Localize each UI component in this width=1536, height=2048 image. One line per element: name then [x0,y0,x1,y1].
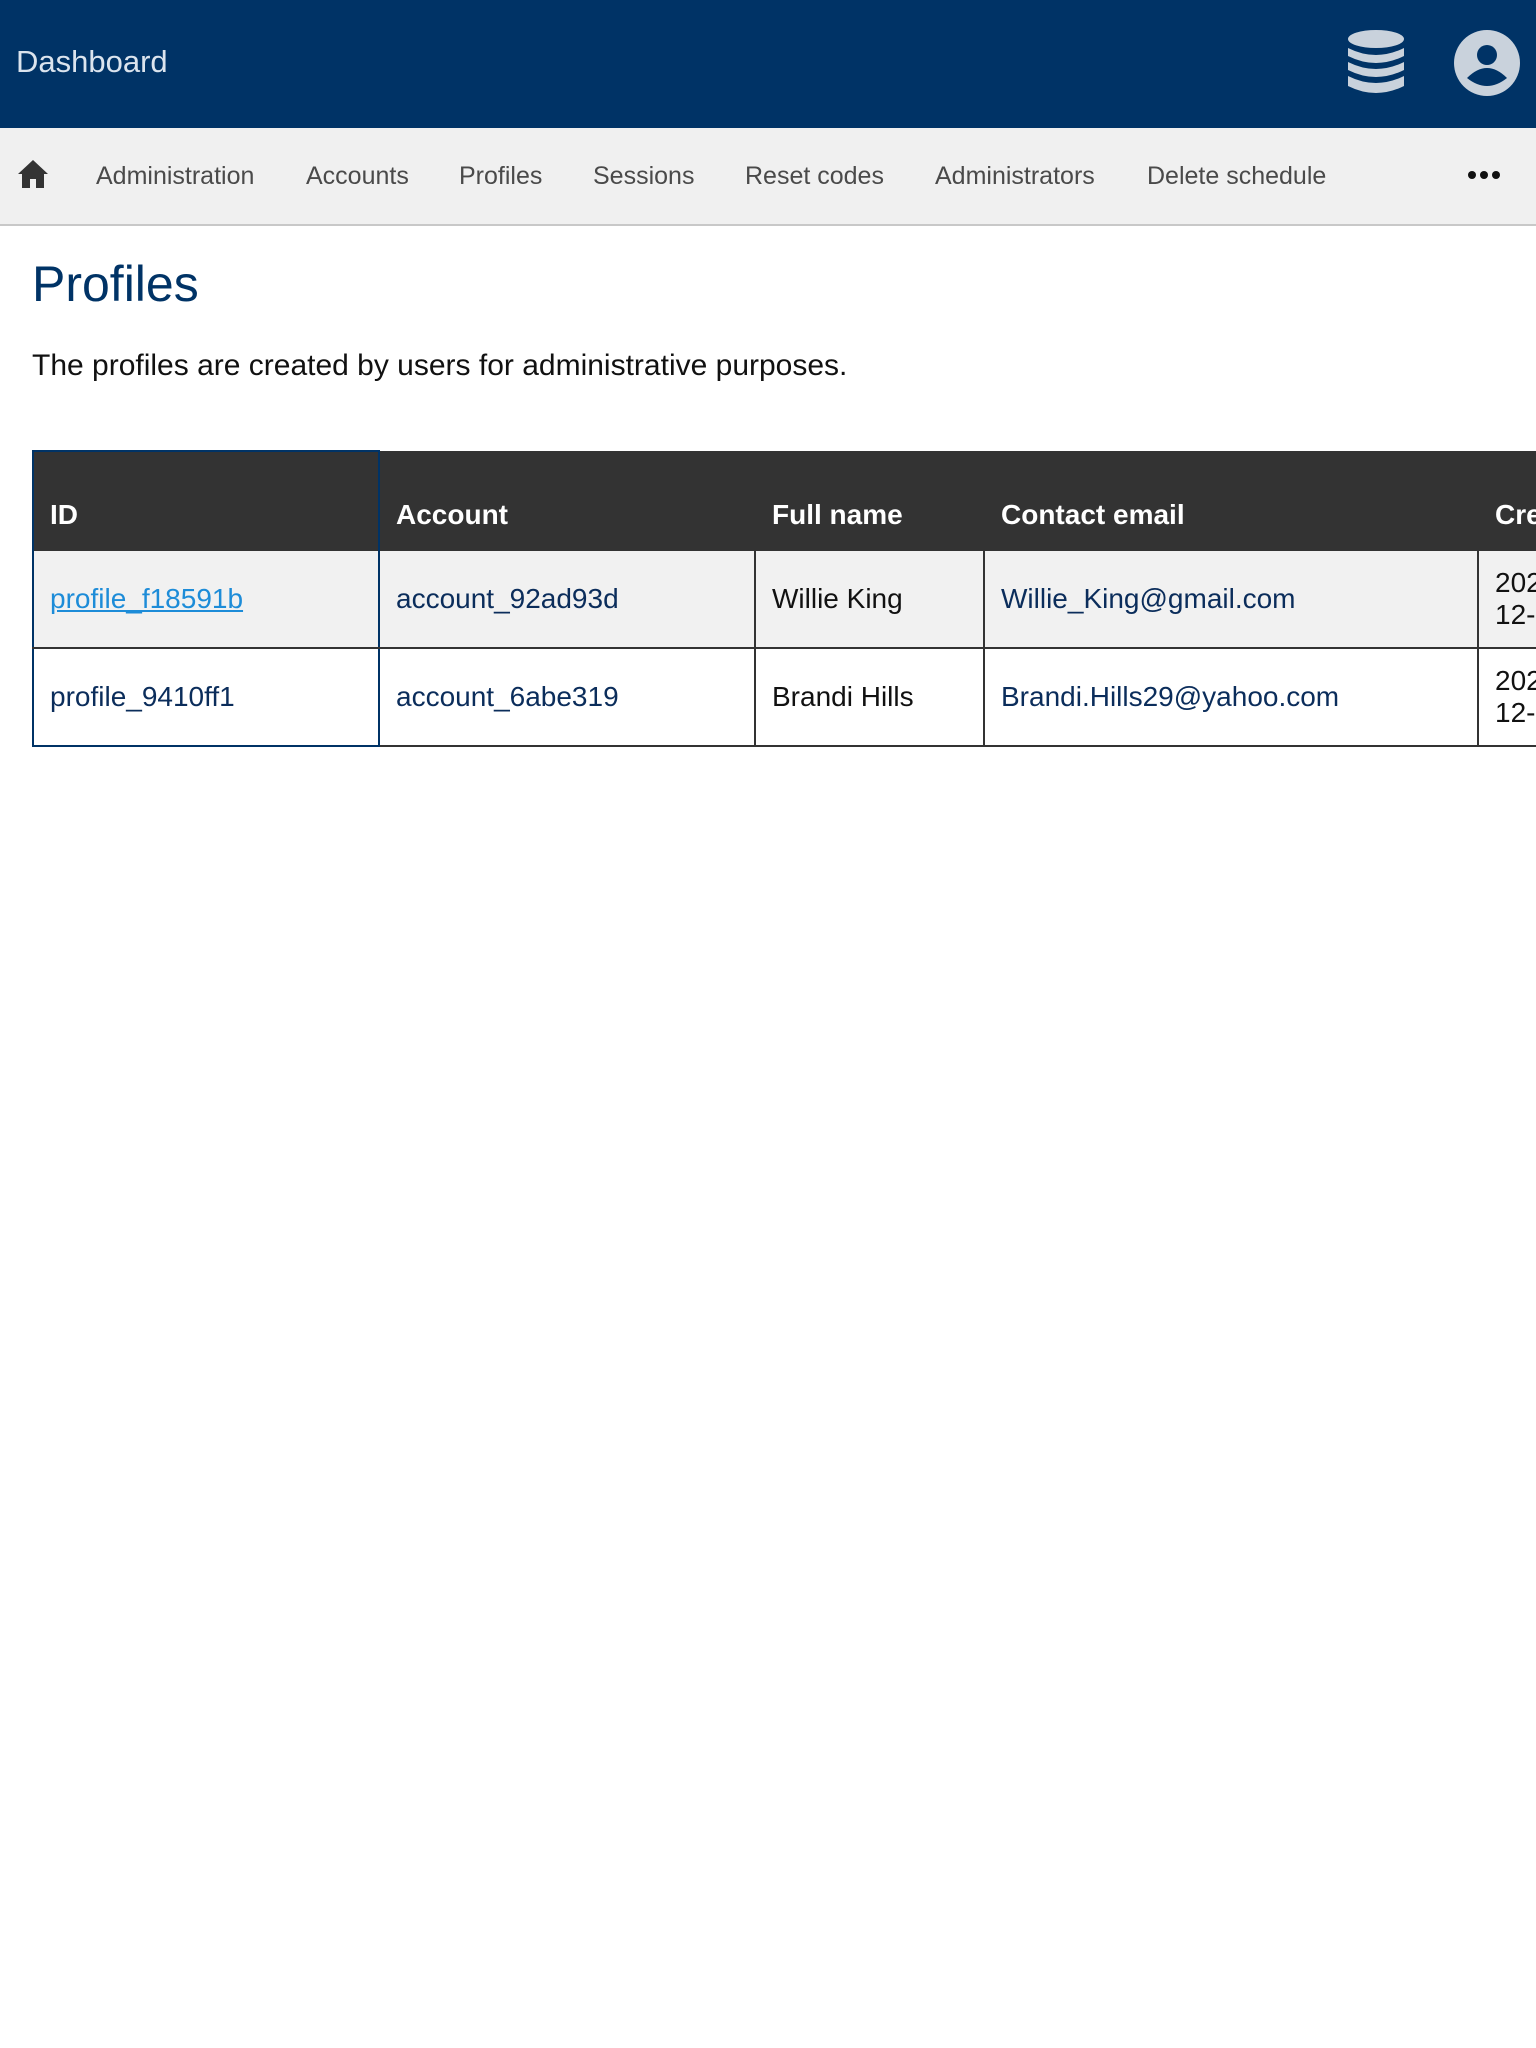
profiles-table-container[interactable]: ID Account Full name Contact email Cre p… [32,450,1536,750]
profiles-table: ID Account Full name Contact email Cre p… [32,450,1536,747]
column-header-created[interactable]: Cre [1477,451,1536,550]
nav-item-reset-codes[interactable]: Reset codes [745,160,884,192]
cell-created: 202 12- [1477,549,1536,649]
top-header-bar: Dashboard [0,0,1536,128]
nav-item-delete-schedule[interactable]: Delete schedule [1147,160,1326,192]
table-header-row: ID Account Full name Contact email Cre [32,450,1536,550]
nav-item-profiles[interactable]: Profiles [459,160,542,192]
column-header-contact-email[interactable]: Contact email [983,451,1478,550]
profile-id-link[interactable]: profile_f18591b [50,583,243,614]
cell-id: profile_f18591b [32,549,380,649]
dashboard-title-link[interactable]: Dashboard [16,40,168,84]
cell-contact-email: Brandi.Hills29@yahoo.com [983,647,1479,747]
nav-item-administration[interactable]: Administration [96,160,254,192]
cell-account: account_92ad93d [378,549,756,649]
page-description: The profiles are created by users for ad… [32,349,848,382]
more-horizontal-icon[interactable] [1466,168,1502,182]
column-header-created-label: Cre [1495,499,1536,530]
cell-contact-email: Willie_King@gmail.com [983,549,1479,649]
home-icon[interactable] [16,157,50,191]
table-row: profile_9410ff1 account_6abe319 Brandi H… [32,647,1536,747]
cell-account: account_6abe319 [378,647,756,747]
cell-full-name: Willie King [754,549,985,649]
main-navigation: Administration Accounts Profiles Session… [0,128,1536,226]
database-icon[interactable] [1344,28,1408,100]
cell-id: profile_9410ff1 [32,647,380,747]
cell-full-name: Brandi Hills [754,647,985,747]
column-header-full-name[interactable]: Full name [754,451,984,550]
nav-item-sessions[interactable]: Sessions [593,160,694,192]
nav-item-administrators[interactable]: Administrators [935,160,1095,192]
column-header-account[interactable]: Account [378,451,755,550]
table-row: profile_f18591b account_92ad93d Willie K… [32,549,1536,649]
column-header-id[interactable]: ID [32,450,380,550]
nav-item-accounts[interactable]: Accounts [306,160,409,192]
page-title: Profiles [32,256,199,312]
cell-created: 202 12- [1477,647,1536,747]
account-circle-icon[interactable] [1452,28,1522,98]
